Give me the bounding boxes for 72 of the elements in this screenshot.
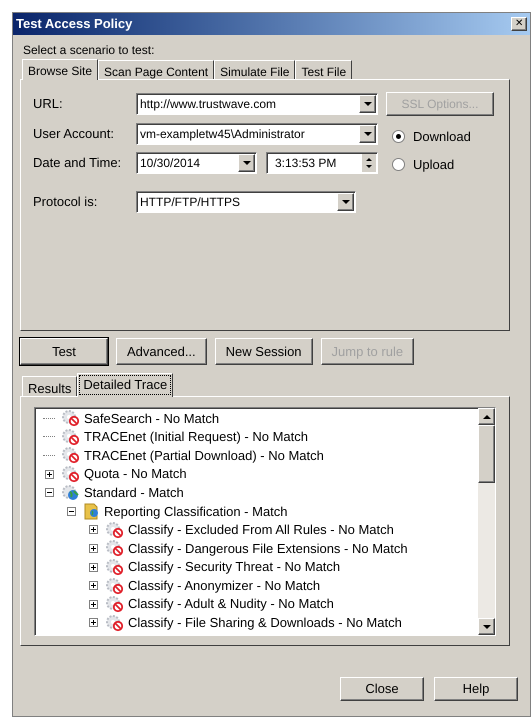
gear-blocked-icon [105, 558, 125, 576]
trace-item[interactable]: Classify - Security Threat - No Match [128, 557, 340, 577]
dropdown-arrow-button[interactable] [359, 125, 376, 143]
trace-item[interactable]: Classify - Excluded From All Rules - No Match [128, 520, 394, 540]
tab[interactable]: Detailed Trace [77, 373, 174, 397]
user-account-combo[interactable]: vm-exampletw45\Administrator [136, 123, 378, 145]
expand-toggle[interactable] [88, 544, 98, 553]
radio-label: Upload [413, 156, 454, 174]
tab[interactable]: Results [22, 376, 78, 396]
trace-item[interactable]: Quota - No Match [84, 464, 187, 484]
protocol-combo[interactable]: HTTP/FTP/HTTPS [136, 191, 356, 213]
caret-icon [364, 132, 372, 136]
date-time-label: Date and Time: [33, 154, 122, 172]
trace-item[interactable]: Reporting Classification - Match [104, 502, 288, 522]
trace-item[interactable]: Classify - File Sharing & Downloads - No Match [128, 613, 402, 633]
dropdown-arrow-button[interactable] [337, 193, 354, 211]
gear-blocked-icon [61, 428, 81, 446]
action-button[interactable]: Test [20, 338, 108, 365]
radio-label: Download [413, 128, 471, 146]
expand-toggle[interactable] [44, 470, 54, 479]
spinner-arrows-icon [362, 154, 376, 172]
expand-toggle[interactable] [88, 618, 98, 628]
trace-item[interactable]: SafeSearch - No Match [84, 408, 220, 428]
date-picker[interactable]: 10/30/2014 [136, 152, 257, 174]
radio-button[interactable] [392, 130, 405, 144]
tab[interactable]: Simulate File [214, 60, 296, 79]
caret-icon [342, 200, 350, 204]
scenario-label: Select a scenario to test: [23, 42, 156, 58]
trace-item[interactable]: TRACEnet (Initial Request) - No Match [84, 427, 308, 447]
vertical-scrollbar[interactable] [478, 408, 495, 635]
expand-toggle[interactable] [88, 562, 98, 572]
close-button[interactable]: ✕ [511, 17, 527, 31]
collapse-toggle[interactable] [44, 488, 54, 498]
user-account-label: User Account: [33, 125, 115, 144]
gear-blocked-icon [105, 539, 125, 558]
caret-icon [242, 161, 250, 165]
url-label: URL: [33, 95, 64, 114]
trace-item[interactable]: Classify - Dangerous File Extensions - No Match [128, 538, 408, 558]
action-button[interactable]: Advanced... [116, 338, 207, 365]
expand-toggle[interactable] [88, 581, 98, 590]
tab[interactable]: Scan Page Content [98, 60, 214, 79]
time-spinner[interactable]: 3:13:53 PM [266, 152, 378, 174]
tab[interactable]: Browse Site [22, 59, 98, 80]
gear-blocked-icon [105, 576, 125, 595]
folder-globe-icon [83, 502, 101, 520]
dialog-button[interactable]: Close [340, 677, 424, 701]
gear-blocked-icon [105, 595, 125, 614]
scroll-up-icon [482, 414, 490, 418]
gear-blocked-icon [105, 520, 125, 539]
window-title: Test Access Policy [16, 15, 132, 34]
caret-icon [364, 102, 372, 106]
gear-blocked-icon [61, 409, 81, 428]
tab[interactable]: Test File [295, 60, 352, 79]
scroll-down-icon [482, 624, 490, 628]
expand-toggle[interactable] [88, 600, 98, 609]
trace-item[interactable]: Standard - Match [84, 482, 184, 502]
trace-item[interactable]: Classify - Adult & Nudity - No Match [128, 594, 334, 614]
protocol-label: Protocol is: [33, 193, 98, 212]
trace-item[interactable]: Classify - Anonymizer - No Match [128, 576, 320, 596]
gear-blocked-icon [105, 614, 125, 632]
url-combo[interactable]: http://www.trustwave.com [136, 93, 378, 115]
collapse-toggle[interactable] [66, 506, 76, 516]
dropdown-arrow-button[interactable] [238, 154, 255, 172]
gear-blocked-icon [61, 446, 81, 464]
gear-globe-icon [61, 484, 81, 502]
action-button[interactable]: New Session [214, 338, 313, 365]
dialog-button[interactable]: Help [434, 677, 518, 701]
radio-button[interactable] [392, 158, 405, 171]
trace-item[interactable]: TRACEnet (Partial Download) - No Match [84, 446, 324, 466]
gear-blocked-icon [61, 465, 81, 484]
dropdown-arrow-button[interactable] [359, 95, 376, 113]
expand-toggle[interactable] [88, 525, 98, 534]
